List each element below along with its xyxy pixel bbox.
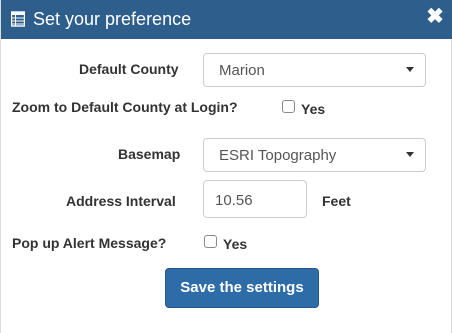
popup-alert-label: Pop up Alert Message?: [12, 235, 167, 251]
address-interval-unit: Feet: [322, 193, 351, 209]
close-icon[interactable]: ✖: [426, 6, 444, 28]
dialog-title-bar: Set your preference ✖: [1, 0, 452, 39]
popup-alert-checkbox[interactable]: [204, 235, 217, 248]
default-county-value: Marion: [219, 62, 265, 79]
default-county-label: Default County: [79, 61, 179, 77]
chevron-down-icon: [406, 152, 414, 157]
save-settings-button[interactable]: Save the settings: [165, 268, 319, 308]
basemap-select[interactable]: ESRI Topography: [203, 138, 426, 172]
address-interval-label: Address Interval: [66, 193, 176, 209]
preferences-dialog: Set your preference ✖ Default County Mar…: [0, 0, 452, 333]
zoom-login-yes-label: Yes: [301, 101, 326, 117]
zoom-login-label: Zoom to Default County at Login?: [12, 99, 238, 115]
basemap-value: ESRI Topography: [219, 147, 337, 164]
dialog-title: Set your preference: [33, 9, 192, 29]
address-interval-value: 10.56: [215, 192, 253, 209]
address-interval-input[interactable]: 10.56: [203, 180, 307, 218]
zoom-login-checkbox[interactable]: [282, 100, 295, 113]
popup-alert-yes-label: Yes: [223, 236, 248, 252]
chevron-down-icon: [406, 67, 414, 72]
default-county-select[interactable]: Marion: [203, 53, 426, 87]
basemap-label: Basemap: [118, 146, 181, 162]
table-icon: [11, 11, 25, 27]
